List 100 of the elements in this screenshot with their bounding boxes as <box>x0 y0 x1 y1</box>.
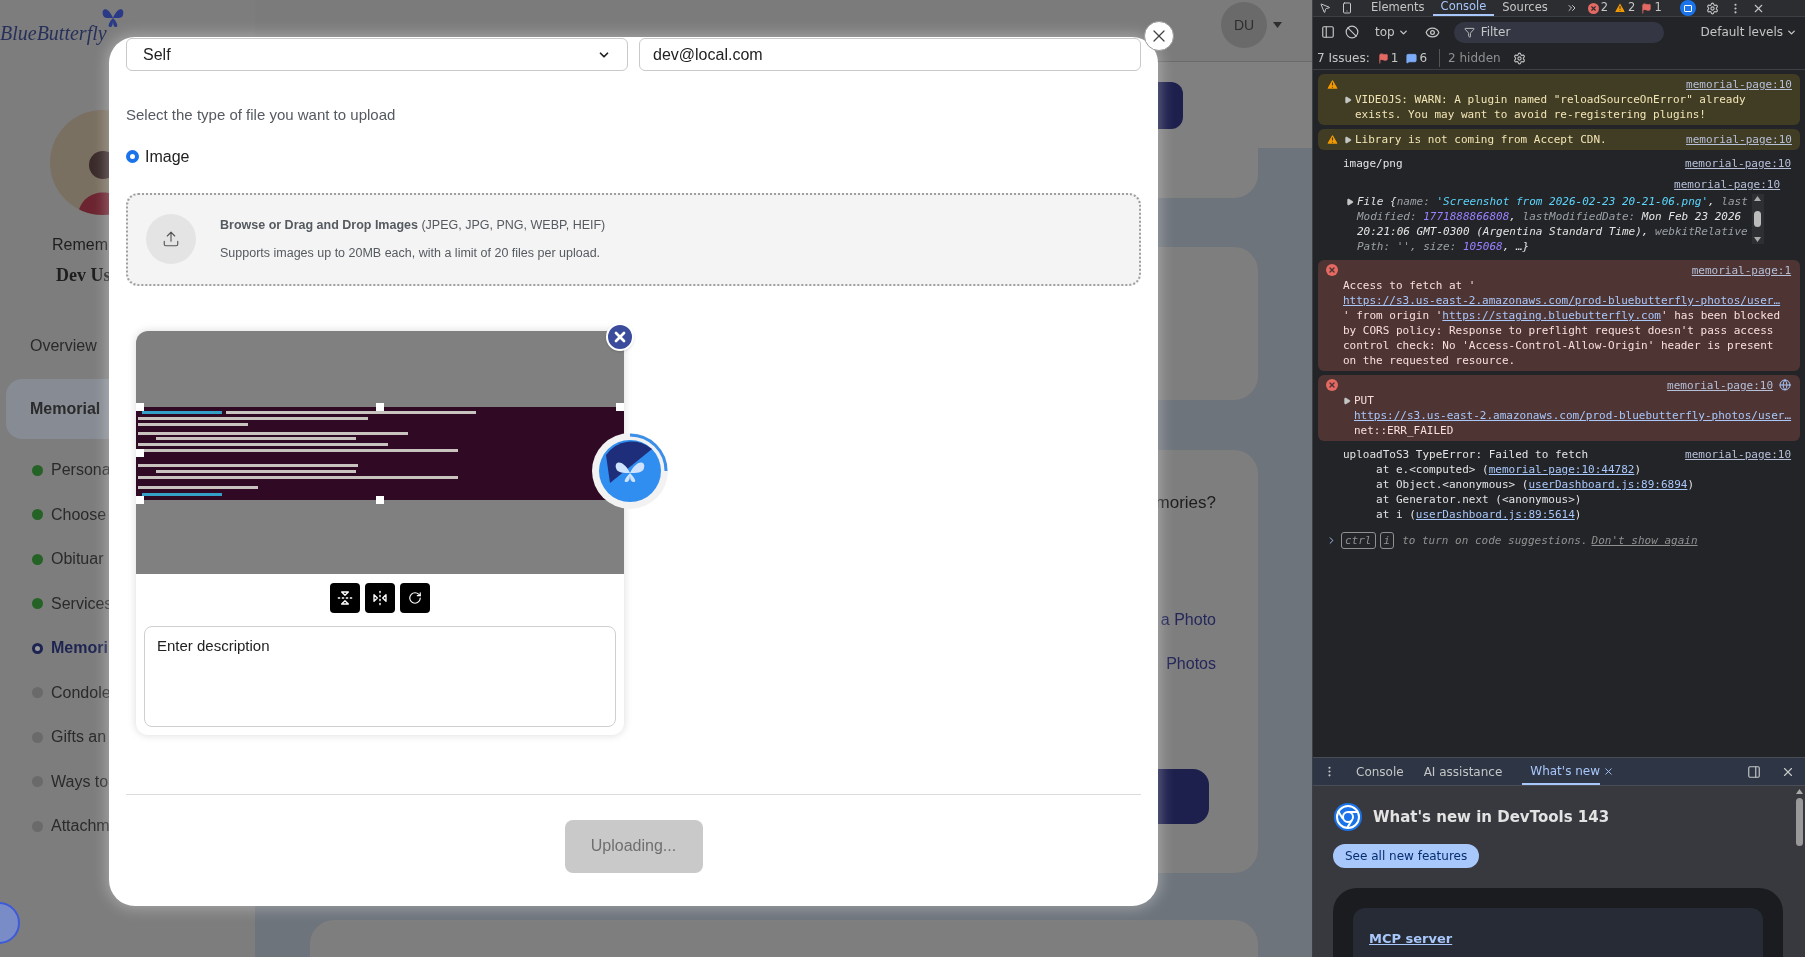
issues-label: 7 Issues: <box>1317 50 1370 67</box>
scroll-up-icon[interactable] <box>1754 196 1762 201</box>
rotate-icon <box>408 590 422 605</box>
clear-icon[interactable] <box>1345 25 1359 39</box>
source-link[interactable]: memorial-page:10 <box>1674 177 1781 192</box>
drawer-tab[interactable]: Console <box>1356 758 1404 785</box>
scrollbar-thumb[interactable] <box>1795 798 1803 846</box>
expand-triangle-icon[interactable] <box>1343 397 1351 405</box>
flip-vertical-button[interactable] <box>330 582 360 613</box>
scroll-up-icon[interactable] <box>1795 789 1803 794</box>
error-icon <box>1326 379 1338 391</box>
crop-handle[interactable] <box>136 402 144 411</box>
dropzone-title: Browse or Drag and Drop Images (JPEG, JPG, PNG, WEBP, HEIF) <box>220 216 606 234</box>
link[interactable]: userDashboard.js:89:5614 <box>1415 508 1575 521</box>
settings-icon[interactable] <box>1705 1 1719 15</box>
stack-frame: at Generator.next (<anonymous>) <box>1376 492 1792 507</box>
key-cap: i <box>1379 532 1395 549</box>
email-field[interactable]: dev@local.com <box>639 38 1141 71</box>
crop-handle[interactable] <box>616 402 624 411</box>
radio-label[interactable]: Image <box>145 144 190 169</box>
expand-triangle-icon[interactable] <box>1344 136 1352 144</box>
feature-link[interactable]: MCP server <box>1369 931 1453 946</box>
sidebar-toggle-icon[interactable] <box>1321 25 1335 39</box>
more-tabs-icon[interactable] <box>1565 2 1578 14</box>
source-link[interactable]: memorial-page:1 <box>1691 263 1792 278</box>
console-message: PUT https://s3.us-east-2.amazonaws.com/prod-bluebutterfly-photos/user… net::ERR_FAILED <box>1354 393 1792 438</box>
count-badge[interactable]: 2 <box>1614 0 1636 17</box>
inspect-icon[interactable] <box>1319 2 1331 14</box>
remove-button[interactable] <box>606 322 634 351</box>
issue-count[interactable]: 6 <box>1406 49 1428 67</box>
hidden-count: 2 hidden <box>1439 49 1501 67</box>
file-type-prompt: Select the type of file you want to upload <box>126 105 397 125</box>
flip-horizontal-icon <box>372 589 388 606</box>
eye-icon[interactable] <box>1424 24 1440 40</box>
step-label[interactable]: Obituar <box>51 547 104 572</box>
scrollbar-thumb[interactable] <box>1754 211 1762 227</box>
expand-triangle-icon[interactable] <box>1344 96 1352 104</box>
link[interactable]: userDashboard.js:89:6894 <box>1528 478 1688 491</box>
console-message: image/png <box>1343 156 1404 171</box>
filter-icon <box>1463 26 1475 38</box>
link[interactable]: https://staging.bluebutterfly.com <box>1442 309 1661 322</box>
key-cap: ctrl <box>1341 532 1376 549</box>
dropzone[interactable]: Browse or Drag and Drop Images (JPEG, JPG, PNG, WEBP, HEIF) Supports images up to 20MB each, with a limit of 20 files per upload. <box>126 192 1141 286</box>
upload-icon <box>146 214 196 264</box>
dock-icon[interactable] <box>1747 764 1761 779</box>
source-link[interactable]: memorial-page:10 <box>1685 156 1792 171</box>
radio-button[interactable] <box>126 150 139 163</box>
flip-vertical-icon <box>337 589 353 606</box>
flag-icon <box>1377 52 1389 64</box>
warning-icon <box>1326 133 1339 146</box>
browser-logo-icon <box>1333 802 1363 832</box>
count-badge[interactable]: 2 <box>1587 0 1609 17</box>
issue-count[interactable]: 1 <box>1377 49 1399 67</box>
flip-horizontal-button[interactable] <box>365 582 395 613</box>
see-features-button[interactable]: See all new features <box>1333 844 1480 868</box>
crop-handle[interactable] <box>136 495 144 504</box>
rotate-button[interactable] <box>400 582 430 613</box>
crop-handle[interactable] <box>376 402 384 411</box>
step-label[interactable]: Memori <box>51 636 108 661</box>
context-select[interactable]: top <box>1375 23 1409 41</box>
step-label[interactable]: Gifts an <box>51 725 107 750</box>
relationship-select[interactable]: Self <box>126 38 628 71</box>
scroll-down-icon[interactable] <box>1754 237 1762 242</box>
source-link[interactable]: memorial-page:10 <box>1685 447 1792 462</box>
devtools-tab[interactable]: Elements <box>1363 0 1433 16</box>
flag-icon <box>1641 2 1653 14</box>
object-preview[interactable]: File {name: 'Screenshot from 2026-02-23 20-21-06.png', lastModified: 1771888866808, lastModifiedDate: Mon Feb 23 2026 20:21:06 GMT-0300 (Argentina Standard Time), webkitRelativePath: '', size: 105068, …} <box>1357 194 1750 254</box>
close-icon[interactable] <box>1603 766 1614 777</box>
console-message: VIDEOJS: WARN: A plugin named "reloadSourceOnError" already exists. You may want to avoid re-registering plugins! <box>1355 92 1747 122</box>
stack-frame: at i (userDashboard.js:89:5614) <box>1376 507 1792 522</box>
globe-icon[interactable] <box>1779 379 1792 391</box>
device-mode-icon[interactable] <box>1679 0 1696 16</box>
step-label[interactable]: Services <box>51 591 113 616</box>
filter-field[interactable]: Filter <box>1453 21 1664 43</box>
logo-text: BlueButterfly <box>0 21 107 47</box>
levels-select[interactable]: Default levels <box>1700 23 1797 41</box>
drawer-tab[interactable]: AI assistance <box>1423 758 1503 785</box>
expand-triangle-icon[interactable] <box>1346 198 1354 206</box>
devtools-tab[interactable]: Console <box>1432 0 1495 16</box>
settings-icon[interactable] <box>1512 51 1526 65</box>
description-field[interactable]: Enter description <box>144 625 616 727</box>
device-icon[interactable] <box>1341 2 1353 14</box>
source-link[interactable]: memorial-page:10 <box>1686 132 1792 147</box>
link[interactable]: https://s3.us-east-2.amazonaws.com/prod-bluebutterfly-photos/user… <box>1343 293 1792 308</box>
crop-handle[interactable] <box>376 495 384 504</box>
count-badge[interactable]: 1 <box>1641 0 1662 17</box>
step-label[interactable]: Ways to <box>51 769 109 794</box>
devtools-tab[interactable]: Sources <box>1494 0 1556 16</box>
source-link[interactable]: memorial-page:10 <box>1686 77 1792 92</box>
link[interactable]: https://s3.us-east-2.amazonaws.com/prod-bluebutterfly-photos/user… <box>1354 408 1792 423</box>
error-icon <box>1326 264 1338 276</box>
crop-handle[interactable] <box>136 448 144 457</box>
dismiss-link[interactable]: Don't show again <box>1591 533 1698 548</box>
link[interactable]: memorial-page:10:44782 <box>1488 463 1635 476</box>
caret-icon <box>1273 22 1282 28</box>
console-message: Library is not coming from Accept CDN. <box>1355 132 1608 147</box>
message-icon <box>1406 52 1418 64</box>
dropzone-note: Supports images up to 20MB each, with a limit of 20 files per upload. <box>220 244 602 262</box>
stack-frame: at e.<computed> (memorial-page:10:44782) <box>1376 462 1792 477</box>
source-link[interactable]: memorial-page:10 <box>1667 378 1774 393</box>
